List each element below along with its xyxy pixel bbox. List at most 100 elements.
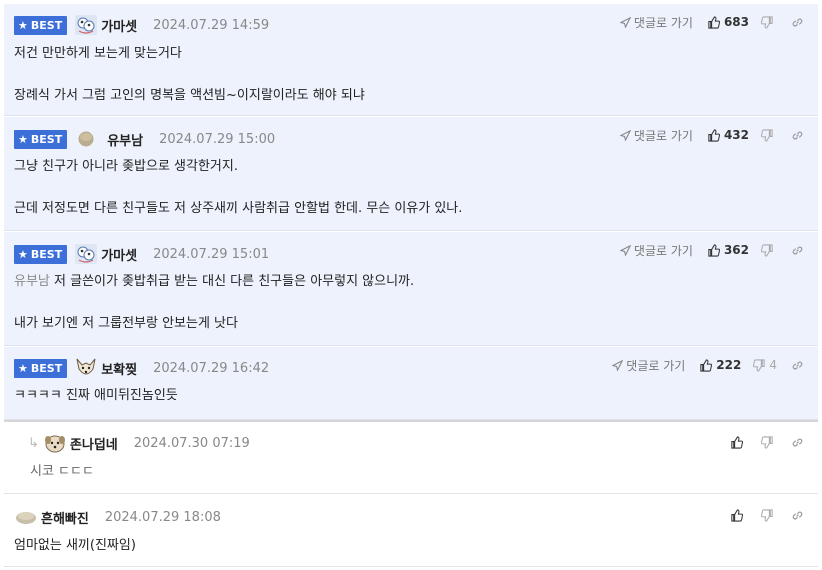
like-button[interactable]: 362: [707, 243, 749, 257]
like-button[interactable]: [730, 435, 747, 449]
comment-best-4: ★BEST 보확찢 2024.07.29 16:42 댓글로 가기 222 4: [4, 347, 818, 420]
comment-header: ★ BEST 가마셋 2024.07.29 15:01: [14, 243, 269, 265]
best-badge-label: BEST: [30, 361, 63, 375]
comment-body: 유부남 저 글쓴이가 좆밥취급 받는 대신 다른 친구들은 아무렇지 않으니까.…: [14, 272, 414, 334]
avatar[interactable]: [74, 128, 98, 150]
author-nickname[interactable]: 흔해빠진: [41, 508, 89, 527]
goto-comment-button[interactable]: 댓글로 가기: [612, 357, 685, 374]
comment-body: 그냥 친구가 아니라 좆밥으로 생각한거지. 근데 저정도면 다른 친구들도 저…: [14, 157, 462, 219]
comment-body: 엄마없는 새끼(진짜임): [14, 536, 136, 556]
comment-header: ★ BEST 보확찢 2024.07.29 16:42: [14, 357, 269, 379]
copy-link-button[interactable]: [791, 436, 804, 449]
author-nickname[interactable]: 유부남: [107, 130, 143, 149]
comment-actions: [730, 505, 804, 525]
best-badge-label: BEST: [30, 247, 63, 261]
best-badge: ★ BEST: [14, 244, 68, 264]
comment-header: ★ BEST 가마셋 2024.07.29 14:59: [14, 14, 269, 36]
copy-link-button[interactable]: [791, 16, 804, 29]
comment-actions: [730, 432, 804, 452]
like-count: 683: [723, 15, 749, 29]
copy-link-button[interactable]: [791, 129, 804, 142]
best-badge: ★ BEST: [14, 358, 68, 378]
like-count: 362: [723, 243, 749, 257]
comment-body: ㅋㅋㅋㅋ 진짜 애미뒤진놈인듯: [14, 386, 178, 406]
comment-actions: 댓글로 가기 683: [619, 12, 804, 32]
avatar[interactable]: [43, 432, 67, 454]
avatar[interactable]: [14, 506, 38, 528]
best-badge: ★ BEST: [14, 15, 68, 35]
best-badge-label: BEST: [30, 18, 63, 32]
dislike-button[interactable]: [761, 508, 777, 522]
best-badge: ★ BEST: [14, 129, 68, 149]
comment-date: 2024.07.29 16:42: [153, 360, 270, 376]
comment-list: ★ BEST 가마셋 2024.07.29 14:59 댓글로 가기 683 저…: [0, 0, 822, 570]
goto-comment-label: 댓글로 가기: [633, 15, 693, 30]
copy-link-button[interactable]: [791, 244, 804, 257]
comment-header: ★ BEST 유부남 2024.07.29 15:00: [14, 128, 275, 150]
dislike-count: 4: [769, 358, 777, 372]
comment-line: 엄마없는 새끼(진짜임): [14, 538, 136, 553]
dislike-button[interactable]: [761, 128, 777, 142]
link-icon: [792, 361, 803, 369]
mention-link[interactable]: 유부남: [14, 274, 50, 289]
like-button[interactable]: 683: [707, 15, 749, 29]
comment-actions: 댓글로 가기 432: [619, 125, 804, 145]
thumbs-up-icon: [708, 243, 720, 257]
comment-best-3: ★ BEST 가마셋 2024.07.29 15:01 댓글로 가기 362 유…: [4, 232, 818, 346]
avatar[interactable]: [74, 357, 98, 379]
link-icon: [792, 511, 803, 519]
like-count: 432: [723, 128, 749, 142]
comment-body: 저건 만만하게 보는게 맞는거다 장례식 가서 그럼 고인의 명복을 액션빔~이…: [14, 44, 365, 106]
dislike-button[interactable]: 4: [753, 358, 777, 372]
star-icon: ★: [18, 361, 28, 375]
paper-plane-icon: [612, 359, 624, 371]
copy-link-button[interactable]: [791, 509, 804, 522]
comment-header: 흔해빠진 2024.07.29 18:08: [14, 506, 221, 528]
comment-best-1: ★ BEST 가마셋 2024.07.29 14:59 댓글로 가기 683 저…: [4, 4, 818, 116]
copy-link-button[interactable]: [791, 359, 804, 372]
comment-date: 2024.07.30 07:19: [133, 435, 250, 451]
goto-comment-label: 댓글로 가기: [626, 358, 686, 373]
avatar[interactable]: [74, 243, 98, 265]
thumbs-up-icon: [700, 358, 713, 372]
thumbs-up-icon: [731, 508, 743, 522]
goto-comment-button[interactable]: 댓글로 가기: [619, 242, 693, 259]
paper-plane-icon: [619, 244, 631, 256]
star-icon: ★: [18, 18, 28, 32]
comment-actions: 댓글로 가기 222 4: [612, 355, 804, 375]
thumbs-up-icon: [731, 435, 743, 449]
comment-line: ㅋㅋㅋㅋ 진짜 애미뒤진놈인듯: [14, 388, 178, 403]
comment-date: 2024.07.29 15:00: [159, 131, 276, 147]
dislike-button[interactable]: [761, 15, 777, 29]
goto-comment-label: 댓글로 가기: [633, 128, 693, 143]
thumbs-up-icon: [708, 15, 720, 29]
comment-line: 유부남 저 글쓴이가 좆밥취급 받는 대신 다른 친구들은 아무렇지 않으니까.: [14, 272, 414, 292]
author-nickname[interactable]: 보확찢: [101, 359, 137, 378]
link-icon: [792, 246, 803, 254]
author-nickname[interactable]: 존나덥네: [70, 434, 118, 453]
comment-actions: 댓글로 가기 362: [619, 240, 804, 260]
thumbs-down-icon: [761, 15, 773, 29]
thumbs-down-icon: [761, 435, 773, 449]
comment-best-2: ★ BEST 유부남 2024.07.29 15:00 댓글로 가기 432 그…: [4, 117, 818, 231]
best-badge-label: BEST: [30, 132, 63, 146]
reply-arrow-icon: ↳: [28, 435, 39, 451]
thumbs-down-icon: [761, 128, 773, 142]
comment-header: ↳ 존나덥네 2024.07.30 07:19: [28, 432, 250, 454]
dislike-button[interactable]: [761, 435, 777, 449]
comment-line: 근데 저정도면 다른 친구들도 저 상주새끼 사람취급 안할법 한데. 무슨 이…: [14, 201, 463, 216]
thumbs-down-icon: [753, 358, 766, 372]
comment-line: 내가 보기엔 저 그룹전부랑 안보는게 낫다: [14, 316, 238, 331]
dislike-button[interactable]: [761, 243, 777, 257]
goto-comment-button[interactable]: 댓글로 가기: [619, 127, 693, 144]
goto-comment-button[interactable]: 댓글로 가기: [619, 14, 693, 31]
comment-text: 저 글쓴이가 좆밥취급 받는 대신 다른 친구들은 아무렇지 않으니까.: [54, 274, 415, 289]
like-button[interactable]: 222: [699, 358, 741, 372]
avatar[interactable]: [74, 14, 98, 36]
author-nickname[interactable]: 가마셋: [101, 16, 137, 35]
comment-body: 시코 ㄷㄷㄷ: [30, 462, 94, 482]
thumbs-down-icon: [761, 243, 773, 257]
author-nickname[interactable]: 가마셋: [101, 245, 137, 264]
like-button[interactable]: 432: [707, 128, 749, 142]
like-button[interactable]: [730, 508, 747, 522]
